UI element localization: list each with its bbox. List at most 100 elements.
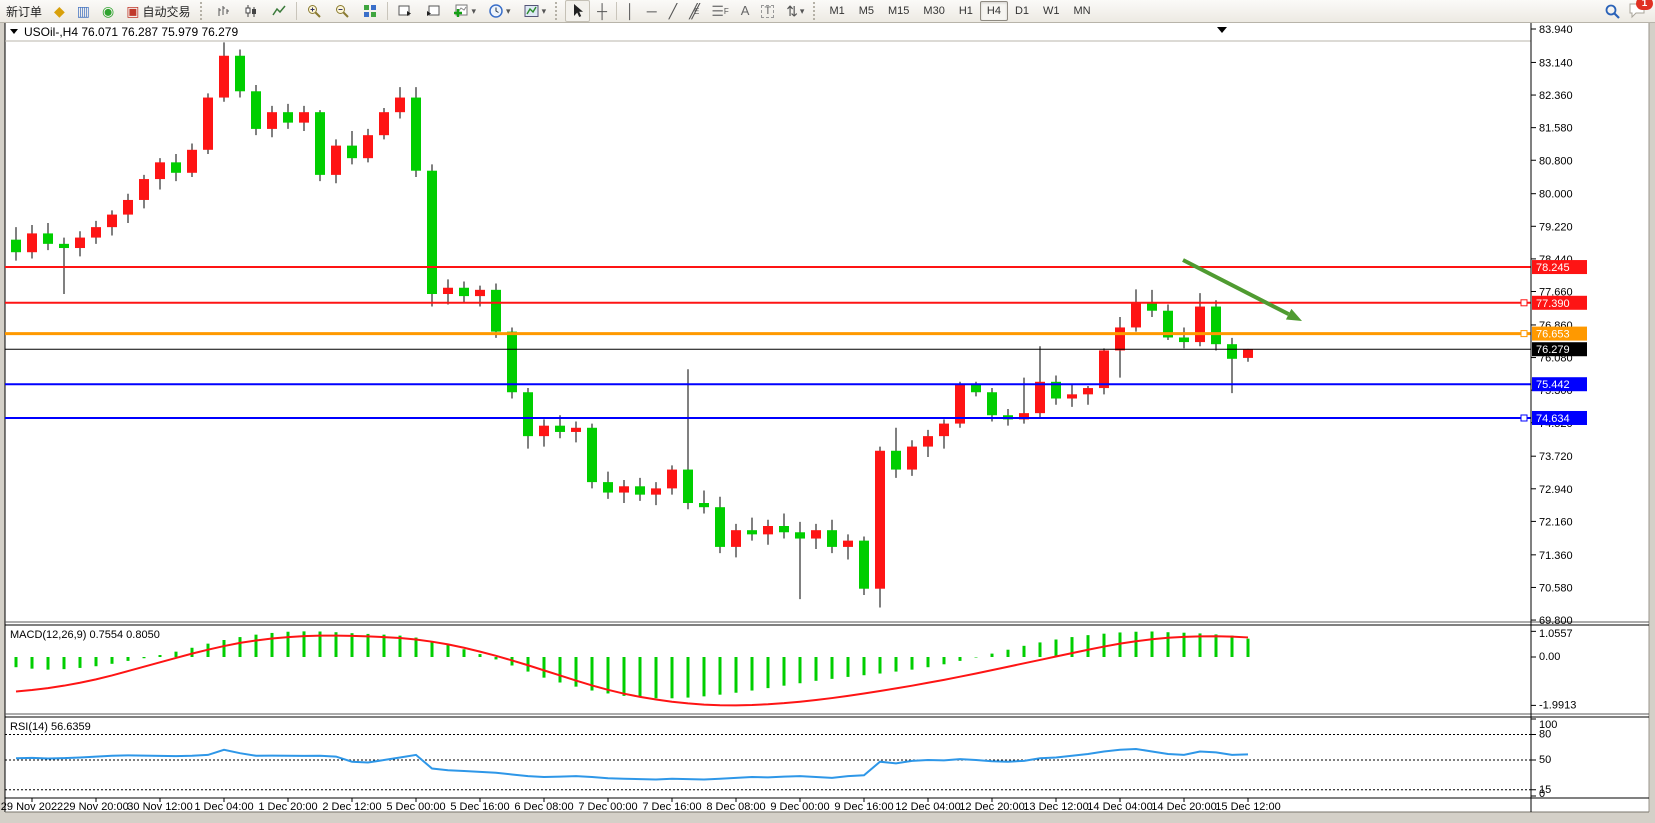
cursor-icon [570, 3, 585, 19]
svg-text:73.720: 73.720 [1539, 451, 1573, 463]
clock-icon [488, 3, 504, 19]
hline-button[interactable]: ─ [642, 0, 662, 22]
svg-text:80: 80 [1539, 729, 1551, 741]
svg-text:69.800: 69.800 [1539, 615, 1573, 627]
chart-forward-button[interactable] [420, 0, 446, 22]
fibonacci-button[interactable]: ☰F [706, 0, 733, 22]
timeframe-M1[interactable]: M1 [822, 1, 851, 21]
timeframe-H1[interactable]: H1 [952, 1, 980, 21]
timeframe-M5[interactable]: M5 [852, 1, 881, 21]
svg-text:8 Dec 08:00: 8 Dec 08:00 [706, 801, 765, 813]
svg-text:82.360: 82.360 [1539, 90, 1573, 102]
hline-icon: ─ [647, 4, 657, 18]
toolbar-grip[interactable] [813, 2, 819, 20]
svg-text:13 Dec 12:00: 13 Dec 12:00 [1023, 801, 1088, 813]
candle-chart-button[interactable] [238, 0, 264, 22]
svg-text:83.140: 83.140 [1539, 57, 1573, 69]
rsi-label: RSI(14) 56.6359 [10, 721, 91, 733]
arrows-button[interactable]: ⇅▾ [781, 0, 809, 22]
svg-text:72.160: 72.160 [1539, 516, 1573, 528]
tile-windows-icon [362, 3, 378, 19]
svg-text:15 Dec 12:00: 15 Dec 12:00 [1215, 801, 1280, 813]
chart-window-button[interactable] [392, 0, 418, 22]
timeframe-H4[interactable]: H4 [980, 1, 1008, 21]
new-order-label: 新订单 [6, 3, 42, 20]
chevron-down-icon: ▾ [506, 6, 511, 17]
svg-text:50: 50 [1539, 754, 1551, 766]
bar-chart-icon [215, 3, 231, 19]
chart-window-icon [397, 3, 413, 19]
search-button[interactable] [1599, 0, 1626, 22]
timeframe-M15[interactable]: M15 [881, 1, 916, 21]
svg-text:12 Dec 04:00: 12 Dec 04:00 [895, 801, 960, 813]
vline-icon: │ [626, 4, 635, 18]
accounts-button[interactable]: ▥ [72, 0, 95, 22]
bar-chart-button[interactable] [210, 0, 236, 22]
timeframe-group: M1M5M15M30H1H4D1W1MN [822, 1, 1097, 21]
svg-text:83.940: 83.940 [1539, 24, 1573, 36]
svg-text:80.000: 80.000 [1539, 189, 1573, 201]
zoom-out-button[interactable] [329, 0, 355, 22]
chart-header: USOil-,H4 76.071 76.287 75.979 76.279 [24, 25, 238, 39]
toolbar-grip[interactable] [200, 2, 206, 20]
search-icon [1604, 3, 1621, 20]
text-button[interactable]: A [736, 0, 755, 22]
vline-button[interactable]: │ [621, 0, 640, 22]
svg-text:80.800: 80.800 [1539, 155, 1573, 167]
label-button[interactable]: T [756, 0, 779, 22]
label-icon: T [761, 5, 774, 18]
svg-text:0.00: 0.00 [1539, 651, 1560, 663]
new-chart-button[interactable]: ▾ [448, 0, 482, 22]
svg-text:12 Dec 20:00: 12 Dec 20:00 [959, 801, 1024, 813]
svg-text:14 Dec 04:00: 14 Dec 04:00 [1087, 801, 1152, 813]
svg-text:76.279: 76.279 [1536, 344, 1570, 356]
macd-label: MACD(12,26,9) 0.7554 0.8050 [10, 629, 160, 641]
autotrade-icon: ▣ [126, 4, 139, 18]
svg-text:75.442: 75.442 [1536, 379, 1570, 391]
svg-text:74.634: 74.634 [1536, 413, 1570, 425]
gold-button[interactable]: ◆ [49, 0, 70, 22]
period-button[interactable]: ▾ [483, 0, 516, 22]
timeframe-MN[interactable]: MN [1067, 1, 1098, 21]
svg-text:30 Nov 12:00: 30 Nov 12:00 [127, 801, 192, 813]
zoom-out-icon [334, 3, 350, 19]
svg-text:77.390: 77.390 [1536, 298, 1570, 310]
template-icon [523, 3, 540, 19]
zoom-in-button[interactable] [301, 0, 327, 22]
svg-text:78.245: 78.245 [1536, 262, 1570, 274]
zoom-in-icon [306, 3, 322, 19]
timeframe-M30[interactable]: M30 [916, 1, 951, 21]
toolbar-grip[interactable] [555, 2, 561, 20]
svg-text:0: 0 [1539, 788, 1545, 800]
tile-windows-button[interactable] [357, 0, 383, 22]
chevron-down-icon: ▾ [542, 6, 547, 17]
candle-chart-icon [243, 3, 259, 19]
svg-text:71.360: 71.360 [1539, 550, 1573, 562]
svg-text:9 Dec 16:00: 9 Dec 16:00 [834, 801, 893, 813]
notifications-button[interactable]: 1 [1627, 1, 1647, 22]
timeframe-D1[interactable]: D1 [1008, 1, 1036, 21]
trendline-button[interactable]: ╱ [664, 0, 682, 22]
signal-button[interactable]: ◉ [97, 0, 119, 22]
timeframe-W1[interactable]: W1 [1036, 1, 1067, 21]
svg-text:72.940: 72.940 [1539, 484, 1573, 496]
template-button[interactable]: ▾ [518, 0, 552, 22]
svg-text:81.580: 81.580 [1539, 123, 1573, 135]
new-order-button[interactable]: 新订单 [1, 0, 47, 22]
svg-text:9 Dec 00:00: 9 Dec 00:00 [770, 801, 829, 813]
chart-canvas[interactable]: USOil-,H4 76.071 76.287 75.979 76.279 83… [0, 0, 1655, 823]
arrows-icon: ⇅ [786, 4, 798, 18]
chevron-down-icon: ▾ [472, 6, 477, 17]
crosshair-button[interactable]: ┼ [592, 0, 612, 22]
text-icon: A [741, 4, 750, 18]
svg-text:5 Dec 16:00: 5 Dec 16:00 [450, 801, 509, 813]
svg-text:29 Nov 20:00: 29 Nov 20:00 [63, 801, 128, 813]
line-chart-button[interactable] [266, 0, 292, 22]
cursor-button[interactable] [565, 0, 590, 22]
autotrade-button[interactable]: ▣ 自动交易 [121, 0, 195, 22]
accounts-icon: ▥ [77, 4, 90, 18]
signal-icon: ◉ [102, 4, 114, 18]
svg-text:29 Nov 2022: 29 Nov 2022 [1, 801, 63, 813]
trendline-icon: ╱ [669, 4, 677, 18]
channel-button[interactable]: ╱╱E [684, 0, 704, 22]
